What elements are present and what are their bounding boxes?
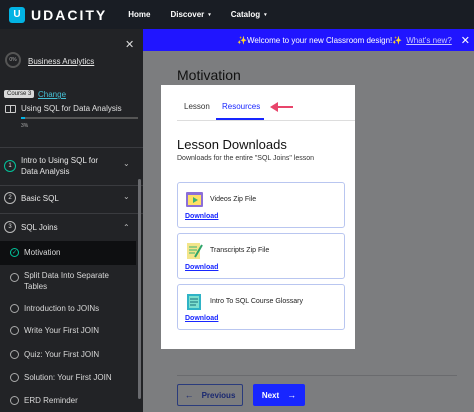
chevron-up-icon: ⌃ [123, 223, 130, 232]
course-progress-circle: 0% [5, 52, 21, 68]
lesson-name: Using SQL for Data Analysis [21, 104, 122, 113]
nav-home[interactable]: Home [128, 10, 150, 19]
caret-down-icon: ▾ [264, 11, 267, 18]
download-link[interactable]: Download [185, 264, 218, 271]
sidebar-scrollbar[interactable] [138, 179, 141, 399]
footer-divider [177, 375, 457, 376]
chevron-down-icon: ⌄ [123, 192, 130, 201]
tab-lesson[interactable]: Lesson [184, 102, 210, 111]
nav-discover-label: Discover [170, 10, 205, 19]
incomplete-circle-icon [10, 396, 19, 405]
divider [0, 147, 143, 148]
incomplete-circle-icon [10, 326, 19, 335]
previous-label: Previous [201, 390, 236, 400]
next-label: Next [261, 390, 280, 400]
annotation-arrow-icon [270, 102, 293, 112]
concept-item[interactable]: Write Your First JOIN [0, 322, 136, 340]
top-nav: U UDACITY Home Discover ▾ Catalog ▾ [0, 0, 474, 29]
banner-text: ✨Welcome to your new Classroom design!✨ [237, 35, 403, 45]
section-number: 2 [4, 192, 16, 204]
download-card-transcripts: Transcripts Zip File Download [177, 233, 345, 279]
section-label: Basic SQL [21, 194, 59, 203]
downloads-title: Lesson Downloads [177, 137, 287, 152]
download-link[interactable]: Download [185, 315, 218, 322]
banner-close-icon[interactable]: ✕ [461, 34, 470, 47]
section-number: 3 [4, 221, 16, 233]
page-title: Motivation [177, 67, 241, 83]
incomplete-circle-icon [10, 304, 19, 313]
concept-label: Motivation [24, 248, 61, 257]
concept-item[interactable]: ERD Reminder [0, 392, 136, 410]
section-label: SQL Joins [21, 223, 58, 232]
nav-catalog-label: Catalog [230, 10, 261, 19]
concept-label: Solution: Your First JOIN [24, 373, 112, 382]
download-card-videos: Videos Zip File Download [177, 182, 345, 228]
announcement-banner: ✨Welcome to your new Classroom design!✨ … [143, 29, 474, 51]
tab-divider [177, 120, 355, 121]
section-item-1[interactable]: 1 Intro to Using SQL for Data Analysis ⌄ [0, 153, 143, 181]
divider [0, 213, 143, 214]
glossary-file-icon [187, 294, 201, 310]
resources-panel: Lesson Resources Lesson Downloads Downlo… [161, 85, 355, 349]
download-name: Intro To SQL Course Glossary [210, 298, 303, 305]
concept-label: ERD Reminder [24, 396, 78, 405]
section-item-2[interactable]: 2 Basic SQL ⌄ [0, 189, 143, 209]
download-link[interactable]: Download [185, 213, 218, 220]
logo-text: UDACITY [31, 6, 108, 23]
course-badge: Course 3 [4, 90, 35, 98]
lesson-progress-bar [21, 117, 138, 119]
download-name: Transcripts Zip File [210, 247, 270, 254]
udacity-logo[interactable]: U UDACITY [9, 6, 108, 23]
arrow-left-icon: ← [184, 390, 194, 400]
tab-resources[interactable]: Resources [222, 102, 260, 111]
udacity-logo-icon: U [9, 6, 25, 23]
concept-item[interactable]: Quiz: Your First JOIN [0, 346, 136, 364]
concept-item[interactable]: Split Data Into Separate Tables [0, 268, 136, 296]
nav-discover[interactable]: Discover ▾ [170, 10, 210, 19]
active-tab-indicator [216, 118, 264, 120]
incomplete-circle-icon [10, 273, 19, 282]
concept-label: Quiz: Your First JOIN [24, 350, 100, 359]
sidebar-close-icon[interactable]: ✕ [125, 38, 134, 51]
transcript-file-icon [187, 243, 203, 259]
concept-item-motivation[interactable]: ✓ Motivation [0, 241, 136, 265]
lesson-progress-percent: 3% [21, 123, 29, 129]
change-course-link[interactable]: Change [38, 90, 66, 99]
concept-label: Write Your First JOIN [24, 326, 99, 335]
book-icon [5, 105, 16, 113]
section-number: 1 [4, 160, 16, 172]
section-label: Intro to Using SQL for Data Analysis [21, 156, 99, 176]
download-name: Videos Zip File [210, 196, 257, 203]
course-title-link[interactable]: Business Analytics [28, 57, 94, 66]
download-card-glossary: Intro To SQL Course Glossary Download [177, 284, 345, 330]
nav-catalog[interactable]: Catalog ▾ [231, 10, 267, 19]
arrow-right-icon: → [287, 390, 297, 400]
previous-button[interactable]: ← Previous [177, 384, 243, 406]
check-icon: ✓ [10, 248, 19, 257]
nav-home-label: Home [128, 10, 151, 19]
concept-label: Introduction to JOINs [24, 304, 100, 313]
lesson-progress-fill [21, 117, 25, 119]
divider [0, 185, 143, 186]
next-button[interactable]: Next → [253, 384, 305, 406]
video-file-icon [186, 192, 203, 207]
incomplete-circle-icon [10, 373, 19, 382]
incomplete-circle-icon [10, 350, 19, 359]
sidebar: ✕ 0% Business Analytics Course 3 Change … [0, 29, 143, 412]
downloads-subtitle: Downloads for the entire "SQL Joins" les… [177, 155, 315, 162]
concept-label: Split Data Into Separate Tables [24, 271, 109, 291]
concept-item[interactable]: Introduction to JOINs [0, 300, 136, 318]
concept-item[interactable]: Solution: Your First JOIN [0, 369, 136, 387]
whats-new-link[interactable]: What's new? [406, 36, 452, 45]
caret-down-icon: ▾ [208, 11, 211, 18]
chevron-down-icon: ⌄ [123, 159, 130, 168]
section-item-3[interactable]: 3 SQL Joins ⌃ [0, 218, 143, 238]
